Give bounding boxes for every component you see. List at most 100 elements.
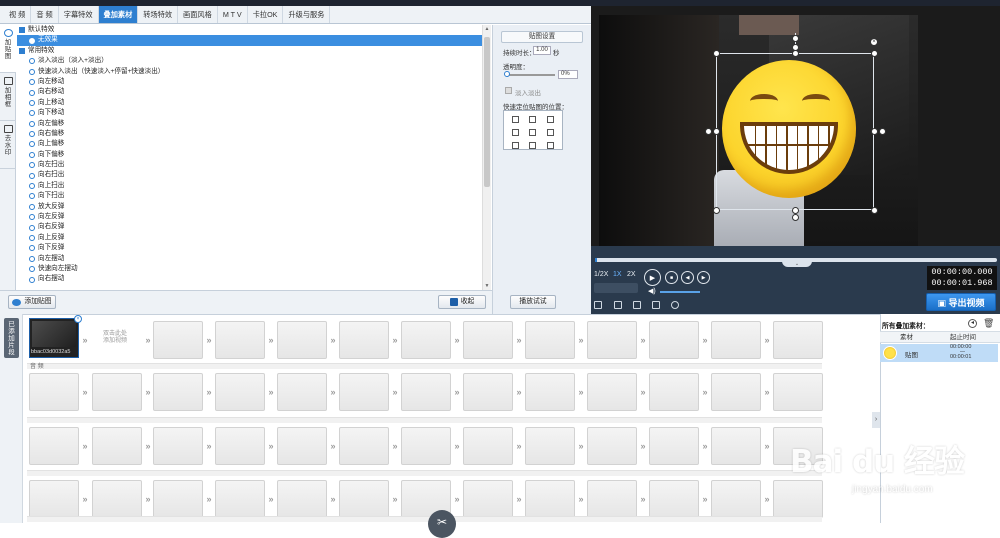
transition-arrow-icon[interactable]: » — [391, 387, 399, 397]
transition-arrow-icon[interactable]: » — [144, 494, 152, 504]
add-sticker-button[interactable]: 添加贴图 — [8, 295, 56, 309]
folder-icon[interactable] — [614, 301, 622, 309]
group-expand-icon[interactable] — [19, 47, 25, 54]
timeline-slot[interactable] — [339, 480, 389, 518]
resize-handle-top-left[interactable] — [713, 50, 720, 57]
frame-step-bar[interactable] — [594, 283, 638, 293]
save-icon[interactable] — [633, 301, 641, 309]
transition-arrow-icon[interactable]: » — [81, 387, 89, 397]
timeline-slot[interactable] — [773, 480, 823, 518]
volume-slider[interactable] — [660, 291, 700, 293]
resize-handle-bottom-right[interactable] — [871, 207, 878, 214]
timeline-slot[interactable] — [153, 427, 203, 465]
effect-item[interactable]: 向右扫出 — [17, 170, 483, 180]
tab-4[interactable]: 转场特效 — [138, 6, 179, 23]
add-video-placeholder[interactable]: 双击此处 添加视频 — [92, 320, 138, 358]
effect-item[interactable]: 向右反弹 — [17, 222, 483, 232]
transition-arrow-icon[interactable]: » — [763, 387, 771, 397]
timeline-slot[interactable] — [649, 480, 699, 518]
speed-2x[interactable]: 2X — [627, 270, 636, 280]
screenshot-icon[interactable] — [594, 301, 602, 309]
close-sticker-icon[interactable]: × — [870, 38, 878, 46]
transition-arrow-icon[interactable]: » — [701, 387, 709, 397]
timeline-slot[interactable] — [29, 373, 79, 411]
transition-arrow-icon[interactable]: » — [453, 335, 461, 345]
opacity-slider-knob[interactable] — [504, 71, 510, 77]
effect-item[interactable]: 无效果 — [17, 35, 483, 46]
export-video-button[interactable]: ▣ 导出视频 — [926, 293, 996, 311]
timeline-slot[interactable] — [29, 480, 79, 518]
pos-bottom-left[interactable] — [512, 142, 520, 149]
scroll-down-icon[interactable]: ▼ — [484, 283, 490, 289]
remove-clip-icon[interactable]: × — [74, 315, 82, 323]
transition-arrow-icon[interactable]: » — [329, 494, 337, 504]
timeline-slot[interactable] — [215, 427, 265, 465]
resize-handle-top-right[interactable] — [871, 50, 878, 57]
effect-item[interactable]: 快速向左摆动 — [17, 264, 483, 274]
resize-handle-bottom[interactable] — [792, 207, 799, 214]
tab-5[interactable]: 画面风格 — [178, 6, 218, 23]
timeline-slot[interactable] — [587, 373, 637, 411]
transition-arrow-icon[interactable]: » — [577, 494, 585, 504]
transition-arrow-icon[interactable]: » — [515, 441, 523, 451]
timeline-slot[interactable] — [277, 480, 327, 518]
next-frame-icon[interactable]: ▶ — [697, 271, 710, 284]
transition-arrow-icon[interactable]: » — [391, 441, 399, 451]
transition-arrow-icon[interactable]: » — [81, 335, 89, 345]
side-tab-0[interactable]: 加 贴 图 — [0, 25, 16, 73]
tab-3[interactable]: 叠加素材 — [98, 6, 139, 23]
timeline-slot[interactable] — [215, 373, 265, 411]
timeline-slot[interactable] — [773, 373, 823, 411]
timeline-slot[interactable] — [711, 427, 761, 465]
scroll-up-icon[interactable]: ▲ — [484, 26, 490, 32]
effect-item[interactable]: 向下扫出 — [17, 191, 483, 201]
timeline-slot[interactable] — [339, 427, 389, 465]
effect-item[interactable]: 向左扫出 — [17, 160, 483, 170]
timeline-slot[interactable] — [277, 373, 327, 411]
transition-arrow-icon[interactable]: » — [81, 441, 89, 451]
timeline-slot[interactable] — [153, 321, 203, 359]
timeline-slot[interactable] — [649, 427, 699, 465]
transition-arrow-icon[interactable]: » — [639, 494, 647, 504]
timeline-slot[interactable] — [92, 373, 142, 411]
duration-input[interactable]: 1.00 — [533, 46, 551, 55]
transition-arrow-icon[interactable]: » — [515, 494, 523, 504]
effect-item[interactable]: 向上扫出 — [17, 181, 483, 191]
pos-top-right[interactable] — [546, 116, 554, 123]
effect-item[interactable]: 放大反弹 — [17, 202, 483, 212]
effect-item[interactable]: 向下移动 — [17, 108, 483, 118]
effect-item[interactable]: 向下反弹 — [17, 243, 483, 253]
scroll-thumb[interactable] — [484, 37, 490, 187]
transition-arrow-icon[interactable]: » — [144, 441, 152, 451]
timeline-slot[interactable] — [463, 321, 513, 359]
transition-arrow-icon[interactable]: » — [577, 335, 585, 345]
timeline-slot[interactable] — [463, 373, 513, 411]
share-icon[interactable] — [671, 301, 679, 309]
transition-arrow-icon[interactable]: » — [453, 494, 461, 504]
timeline-slot[interactable] — [587, 427, 637, 465]
timeline-slot[interactable] — [525, 321, 575, 359]
tab-6[interactable]: M T V — [218, 6, 248, 23]
resize-handle-right[interactable] — [871, 128, 878, 135]
timeline-slot[interactable] — [215, 480, 265, 518]
timeline-slot[interactable] — [525, 427, 575, 465]
effect-item[interactable]: 向左摆动 — [17, 254, 483, 264]
transition-arrow-icon[interactable]: » — [391, 494, 399, 504]
help-icon[interactable] — [652, 301, 660, 309]
resize-handle-bottom-left[interactable] — [713, 207, 720, 214]
timeline-slot[interactable] — [339, 321, 389, 359]
transition-arrow-icon[interactable]: » — [144, 335, 152, 345]
transition-arrow-icon[interactable]: » — [515, 335, 523, 345]
collapse-panel-icon[interactable]: › — [872, 412, 880, 428]
timeline-slot[interactable] — [339, 373, 389, 411]
volume-icon[interactable]: ◀) — [648, 287, 656, 295]
transition-arrow-icon[interactable]: » — [205, 335, 213, 345]
preview-sticker-button[interactable]: 播放试试 — [510, 295, 556, 309]
transition-arrow-icon[interactable]: » — [205, 387, 213, 397]
transition-arrow-icon[interactable]: » — [453, 441, 461, 451]
overlay-row[interactable]: 贴图 00:00:00 — 00:00:01 — [880, 344, 998, 362]
transition-arrow-icon[interactable]: » — [453, 387, 461, 397]
pos-middle-right[interactable] — [546, 129, 554, 136]
timeline-slot[interactable] — [29, 427, 79, 465]
resize-handle-right-outer[interactable] — [879, 128, 886, 135]
